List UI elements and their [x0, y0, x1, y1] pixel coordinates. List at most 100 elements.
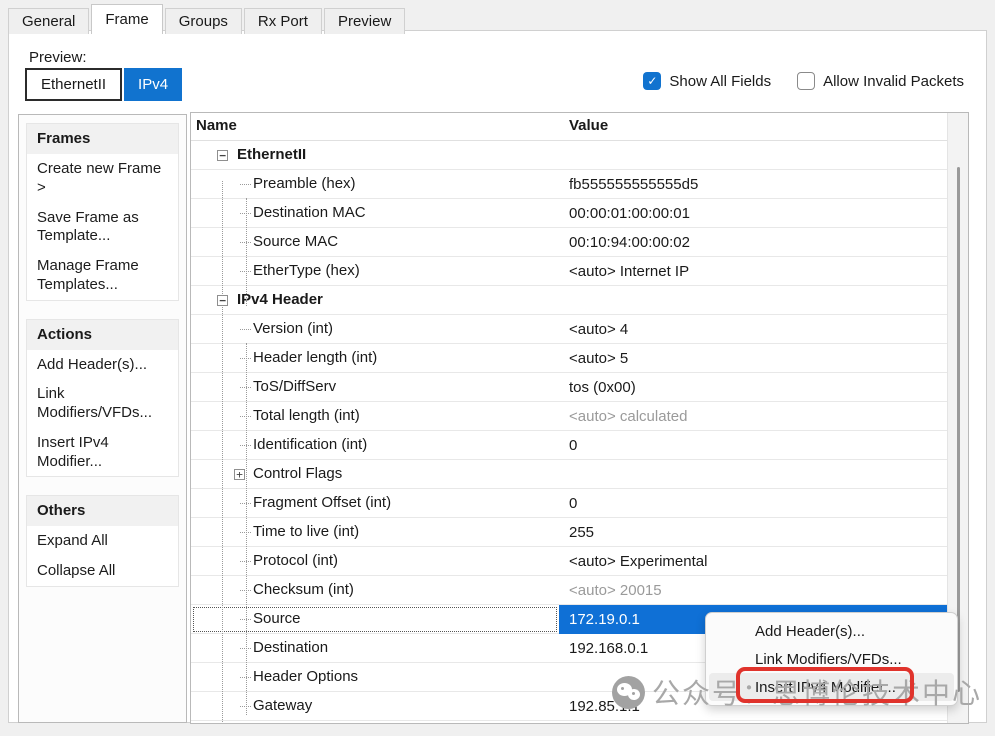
sidebar-section-others: OthersExpand AllCollapse All	[26, 495, 179, 587]
table-row: Source MAC00:10:94:00:00:02	[191, 228, 968, 257]
scrollbar-thumb[interactable]	[957, 167, 960, 692]
field-value-cell[interactable]	[559, 286, 948, 315]
frame-header-button-ipv4[interactable]: IPv4	[124, 68, 182, 101]
tab-groups[interactable]: Groups	[165, 8, 242, 34]
option-show-all-fields[interactable]: ✓ Show All Fields	[643, 72, 771, 90]
field-name-label: Time to live (int)	[253, 523, 359, 540]
tree-trunk-line	[222, 181, 223, 724]
field-value-cell[interactable]: <auto> 5	[559, 344, 948, 373]
table-row: Header length (int) <auto> 5	[191, 344, 968, 373]
field-value-text: 255	[569, 524, 594, 541]
table-row: Identification (int) 0	[191, 431, 968, 460]
field-name-label: Checksum (int)	[253, 581, 354, 598]
tree-branch-line	[240, 184, 251, 185]
field-name-label: Control Flags	[253, 465, 342, 482]
sidebar-item-collapse-all[interactable]: Collapse All	[27, 556, 178, 586]
sidebar-section-frames: FramesCreate new Frame >Save Frame as Te…	[26, 123, 179, 301]
field-name-label: Gateway	[253, 697, 312, 714]
grid-header: Name Value	[191, 113, 968, 141]
field-value-cell[interactable]: <auto> Internet IP	[559, 257, 948, 286]
field-value-text: 192.85.1.1	[569, 698, 640, 715]
tab-preview[interactable]: Preview	[324, 8, 405, 34]
collapse-icon[interactable]: −	[217, 150, 228, 161]
field-name-label: EthernetII	[237, 146, 306, 163]
sidebar-section-title: Others	[27, 496, 178, 526]
checkbox-checked-icon[interactable]: ✓	[643, 72, 661, 90]
sidebar-item-create-new-frame[interactable]: Create new Frame >	[27, 154, 178, 203]
field-name-label: Identification (int)	[253, 436, 367, 453]
context-menu-item-insert-ipv4-modifier[interactable]: Insert IPv4 Modifier...	[709, 673, 954, 701]
sidebar-item-insert-ipv4-modifier[interactable]: Insert IPv4 Modifier...	[27, 428, 178, 477]
sidebar: FramesCreate new Frame >Save Frame as Te…	[18, 114, 187, 723]
table-row: Protocol (int)<auto> Experimental	[191, 547, 968, 576]
preview-label: Preview:	[29, 49, 87, 66]
field-value-text: <auto> Internet IP	[569, 263, 689, 280]
field-name-cell[interactable]: Version (int)	[191, 315, 559, 344]
tree-children-line-ethernet	[246, 198, 247, 306]
collapse-icon[interactable]: −	[217, 295, 228, 306]
option-label: Allow Invalid Packets	[823, 73, 964, 90]
tab-frame[interactable]: Frame	[91, 4, 162, 34]
table-row: Destination MAC00:00:01:00:00:01	[191, 199, 968, 228]
field-value-text: 172.19.0.1	[569, 611, 640, 628]
context-menu: Add Header(s)...Link Modifiers/VFDs...In…	[705, 612, 958, 706]
table-row: Checksum (int) <auto> 20015	[191, 576, 968, 605]
sidebar-item-add-header-s[interactable]: Add Header(s)...	[27, 350, 178, 380]
field-value-cell[interactable]	[559, 460, 948, 489]
context-menu-item-link-modifiers-vfds[interactable]: Link Modifiers/VFDs...	[709, 645, 954, 673]
field-value-text: <auto> calculated	[569, 408, 687, 425]
tab-general[interactable]: General	[8, 8, 89, 34]
field-value-cell[interactable]: <auto> calculated	[559, 402, 948, 431]
tab-rx-port[interactable]: Rx Port	[244, 8, 322, 34]
field-value-cell[interactable]: 00:00:01:00:00:01	[559, 199, 948, 228]
sidebar-section-title: Actions	[27, 320, 178, 350]
option-allow-invalid-packets[interactable]: Allow Invalid Packets	[797, 72, 964, 90]
field-value-cell[interactable]: fb555555555555d5	[559, 170, 948, 199]
field-value-cell[interactable]: 00:10:94:00:00:02	[559, 228, 948, 257]
field-value-cell[interactable]: 255	[559, 518, 948, 547]
field-value-text: fb555555555555d5	[569, 176, 698, 193]
expand-icon[interactable]: +	[234, 469, 245, 480]
field-value-text: 0	[569, 437, 577, 454]
field-value-cell[interactable]: <auto> 4	[559, 315, 948, 344]
field-value-cell[interactable]: 0	[559, 489, 948, 518]
option-label: Show All Fields	[669, 73, 771, 90]
field-value-text: 00:00:01:00:00:01	[569, 205, 690, 222]
checkbox-unchecked-icon[interactable]	[797, 72, 815, 90]
table-row: Version (int) <auto> 4	[191, 315, 968, 344]
sidebar-item-link-modifiers-vfds[interactable]: Link Modifiers/VFDs...	[27, 379, 178, 428]
field-name-label: ToS/DiffServ	[253, 378, 336, 395]
field-value-cell[interactable]: 0	[559, 431, 948, 460]
field-name-label: Header Options	[253, 668, 358, 685]
table-row: Time to live (int) 255	[191, 518, 968, 547]
field-name-label: Header length (int)	[253, 349, 377, 366]
field-name-label: Destination	[253, 639, 328, 656]
field-value-text: <auto> 4	[569, 321, 628, 338]
sidebar-item-expand-all[interactable]: Expand All	[27, 526, 178, 556]
column-header-name: Name	[196, 117, 237, 134]
field-name-cell[interactable]: Preamble (hex)	[191, 170, 559, 199]
field-value-cell[interactable]: <auto> Experimental	[559, 547, 948, 576]
frame-header-button-ethernetii[interactable]: EthernetII	[25, 68, 122, 101]
field-value-cell[interactable]: <auto> 20015	[559, 576, 948, 605]
field-value-cell[interactable]: tos (0x00)	[559, 373, 948, 402]
table-row: EtherType (hex)<auto> Internet IP	[191, 257, 968, 286]
sidebar-section-actions: ActionsAdd Header(s)...Link Modifiers/VF…	[26, 319, 179, 478]
field-value-text: 192.168.0.1	[569, 640, 648, 657]
field-name-label: IPv4 Header	[237, 291, 323, 308]
context-menu-item-add-header-s[interactable]: Add Header(s)...	[709, 617, 954, 645]
table-row: + Control Flags	[191, 460, 968, 489]
sidebar-item-save-frame-as-template[interactable]: Save Frame as Template...	[27, 203, 178, 252]
field-value-cell[interactable]	[559, 141, 948, 170]
tab-bar: GeneralFrameGroupsRx PortPreview	[8, 4, 407, 34]
table-row: Preamble (hex) fb555555555555d5	[191, 170, 968, 199]
table-row: ToS/DiffServ tos (0x00)	[191, 373, 968, 402]
sidebar-item-manage-frame-templates[interactable]: Manage Frame Templates...	[27, 251, 178, 300]
field-name-label: Fragment Offset (int)	[253, 494, 391, 511]
field-value-text: <auto> 5	[569, 350, 628, 367]
tree-branch-line	[240, 329, 251, 330]
tree-children-line-ipv4	[246, 343, 247, 715]
field-name-label: Source	[253, 610, 301, 627]
options-row: ✓ Show All Fields Allow Invalid Packets	[643, 72, 964, 90]
field-name-cell[interactable]: −EthernetII	[191, 141, 559, 170]
